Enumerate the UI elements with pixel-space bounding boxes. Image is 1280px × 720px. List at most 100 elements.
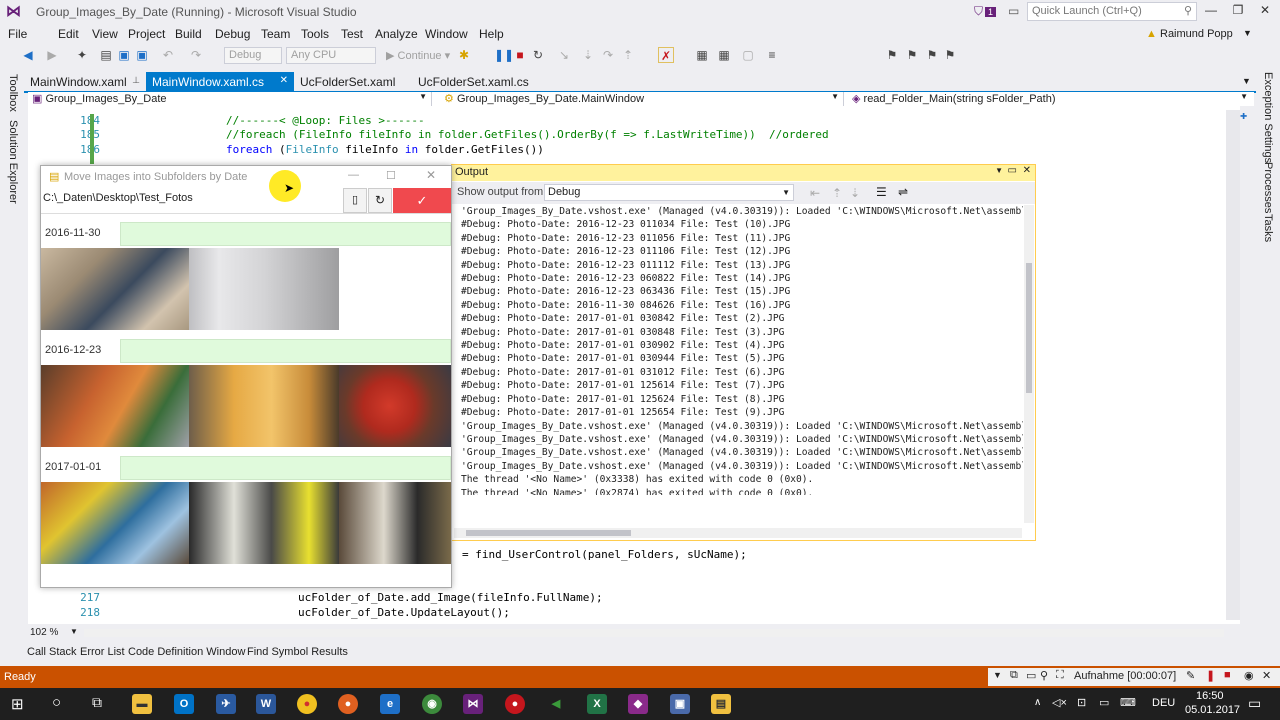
menu-test[interactable]: Test	[341, 27, 363, 41]
photo-thumbnail[interactable]	[41, 248, 189, 330]
close-button[interactable]: ✕	[1252, 3, 1278, 21]
network-icon[interactable]: ⊡	[1077, 696, 1086, 709]
camera-icon[interactable]: ◉	[1244, 669, 1254, 682]
region-icon[interactable]: ▭	[1026, 669, 1036, 682]
feedback-icon[interactable]: ▭	[1008, 4, 1019, 18]
show-next-statement-icon[interactable]: ↘	[556, 47, 572, 63]
tab-ucfolderset-xaml-cs[interactable]: UcFolderSet.xaml.cs	[412, 72, 540, 91]
folder-path-input[interactable]: C:\_Daten\Desktop\Test_Fotos	[43, 192, 193, 204]
excel-icon[interactable]: X	[587, 694, 607, 714]
dropdown-icon[interactable]: ▼	[995, 166, 1003, 175]
pause-recording-icon[interactable]: ❚	[1206, 669, 1215, 682]
undo-icon[interactable]: ↶	[160, 47, 176, 63]
word-wrap-icon[interactable]: ⇌	[898, 185, 908, 199]
step-over-icon[interactable]: ↷	[600, 47, 616, 63]
clear-bookmarks-icon[interactable]: ⚑	[942, 47, 958, 63]
close-icon[interactable]: ✕	[1023, 165, 1031, 176]
app-icon[interactable]: ✈	[216, 694, 236, 714]
bookmark-icon[interactable]: ⚑	[884, 47, 900, 63]
minimize-button[interactable]: —	[1198, 3, 1224, 21]
menu-tools[interactable]: Tools	[301, 27, 329, 41]
app-arrow-icon[interactable]: ◀	[546, 694, 566, 714]
pen-icon[interactable]: ✎	[1186, 669, 1195, 682]
group-progress-bar[interactable]	[120, 222, 451, 246]
photo-thumbnail[interactable]	[189, 365, 339, 447]
tab-mainwindow-xaml[interactable]: MainWindow.xaml ⊥	[24, 72, 146, 91]
editor-hscrollbar[interactable]	[84, 629, 1224, 637]
comment-icon[interactable]: ≡	[764, 47, 780, 63]
close-icon[interactable]: ✕	[1262, 669, 1271, 682]
notes-icon[interactable]: ▤	[711, 694, 731, 714]
keyboard-icon[interactable]: ⌨	[1120, 696, 1136, 709]
chevron-down-icon[interactable]: ▼	[993, 670, 1002, 680]
window-icon[interactable]: ⧉	[1010, 669, 1018, 682]
hot-reload-icon[interactable]: ✗	[658, 47, 674, 63]
save-icon[interactable]: ▣	[116, 47, 132, 63]
project-dropdown[interactable]: ▣ Group_Images_By_Date ▼	[28, 92, 432, 106]
recorder-icon[interactable]: ●	[505, 694, 525, 714]
layout-icon[interactable]: ▦	[716, 47, 732, 63]
bookmark-prev-icon[interactable]: ⚑	[904, 47, 920, 63]
tab-list-dropdown-icon[interactable]: ▼	[1242, 76, 1251, 86]
action-center-icon[interactable]: ▭	[1248, 695, 1261, 712]
menu-debug[interactable]: Debug	[215, 27, 250, 41]
visual-studio-icon[interactable]: ⋈	[463, 694, 483, 714]
close-button[interactable]: ✕	[426, 168, 436, 182]
photo-thumbnail[interactable]	[41, 365, 189, 447]
file-explorer-icon[interactable]: ▬	[132, 694, 152, 714]
open-icon[interactable]: ▤	[98, 47, 114, 63]
menu-window[interactable]: Window	[425, 27, 468, 41]
photo-thumbnail[interactable]	[339, 482, 451, 564]
tab-mainwindow-xaml-cs[interactable]: MainWindow.xaml.cs ✕	[146, 72, 294, 91]
member-dropdown[interactable]: ◈ read_Folder_Main(string sFolder_Path) ▼	[848, 92, 1252, 106]
refresh-button[interactable]: ↻	[368, 188, 392, 213]
android-icon[interactable]: ◉	[422, 694, 442, 714]
menu-project[interactable]: Project	[128, 27, 165, 41]
tab-call-stack[interactable]: Call Stack	[27, 646, 77, 658]
chevron-down-icon[interactable]: ▼	[70, 627, 78, 636]
user-account[interactable]: Raimund Popp	[1160, 28, 1233, 40]
app-icon[interactable]: ▣	[670, 694, 690, 714]
restore-button[interactable]: ❐	[1225, 3, 1251, 21]
forward-icon[interactable]: ▶	[44, 47, 60, 63]
outlook-icon[interactable]: O	[174, 694, 194, 714]
edge-icon[interactable]: e	[380, 694, 400, 714]
platform-dropdown[interactable]: Any CPU	[286, 47, 376, 64]
application-insights-icon[interactable]: ✱	[456, 47, 472, 63]
prev-message-icon[interactable]: ⇡	[832, 186, 842, 200]
zoom-dropdown[interactable]: 102 %	[30, 627, 58, 638]
tray-chevron-icon[interactable]: ∧	[1034, 697, 1041, 708]
tab-error-list[interactable]: Error List	[80, 646, 125, 658]
chrome-icon[interactable]: ●	[297, 694, 317, 714]
step-out-icon[interactable]: ⇡	[620, 47, 636, 63]
confirm-button[interactable]: ✓	[393, 188, 451, 213]
back-icon[interactable]: ◀	[20, 47, 36, 63]
menu-view[interactable]: View	[92, 27, 118, 41]
menu-build[interactable]: Build	[175, 27, 202, 41]
continue-button[interactable]: ▶ Continue ▾	[386, 49, 450, 62]
exception-settings-tab[interactable]: Exception Settings	[1262, 72, 1274, 163]
output-vscrollbar[interactable]	[1024, 205, 1034, 523]
output-hscrollbar[interactable]	[454, 528, 1022, 538]
menu-analyze[interactable]: Analyze	[375, 27, 418, 41]
group-progress-bar[interactable]	[120, 456, 451, 480]
step-into-icon[interactable]: ⇣	[580, 47, 596, 63]
find-message-icon[interactable]: ⇤	[810, 186, 820, 200]
quick-launch-input[interactable]: Quick Launch (Ctrl+Q) ⚲	[1027, 2, 1197, 21]
menu-help[interactable]: Help	[479, 27, 504, 41]
scroll-thumb[interactable]	[466, 530, 631, 536]
task-view-icon[interactable]: ⧉	[92, 694, 102, 711]
app-icon[interactable]: ◆	[628, 694, 648, 714]
solution-explorer-tab[interactable]: Solution Explorer	[7, 120, 19, 204]
tab-ucfolderset-xaml[interactable]: UcFolderSet.xaml	[294, 72, 412, 91]
word-icon[interactable]: W	[256, 694, 276, 714]
maximize-icon[interactable]: ▭	[1008, 165, 1017, 176]
save-all-icon[interactable]: ▣	[134, 47, 150, 63]
photo-thumbnail[interactable]	[189, 482, 339, 564]
pause-icon[interactable]: ❚❚	[494, 47, 514, 63]
chevron-down-icon[interactable]: ▼	[1243, 28, 1252, 38]
menu-edit[interactable]: Edit	[58, 27, 79, 41]
restart-icon[interactable]: ↻	[530, 47, 546, 63]
cortana-icon[interactable]: ○	[52, 694, 61, 711]
minimize-button[interactable]: —	[348, 169, 359, 181]
